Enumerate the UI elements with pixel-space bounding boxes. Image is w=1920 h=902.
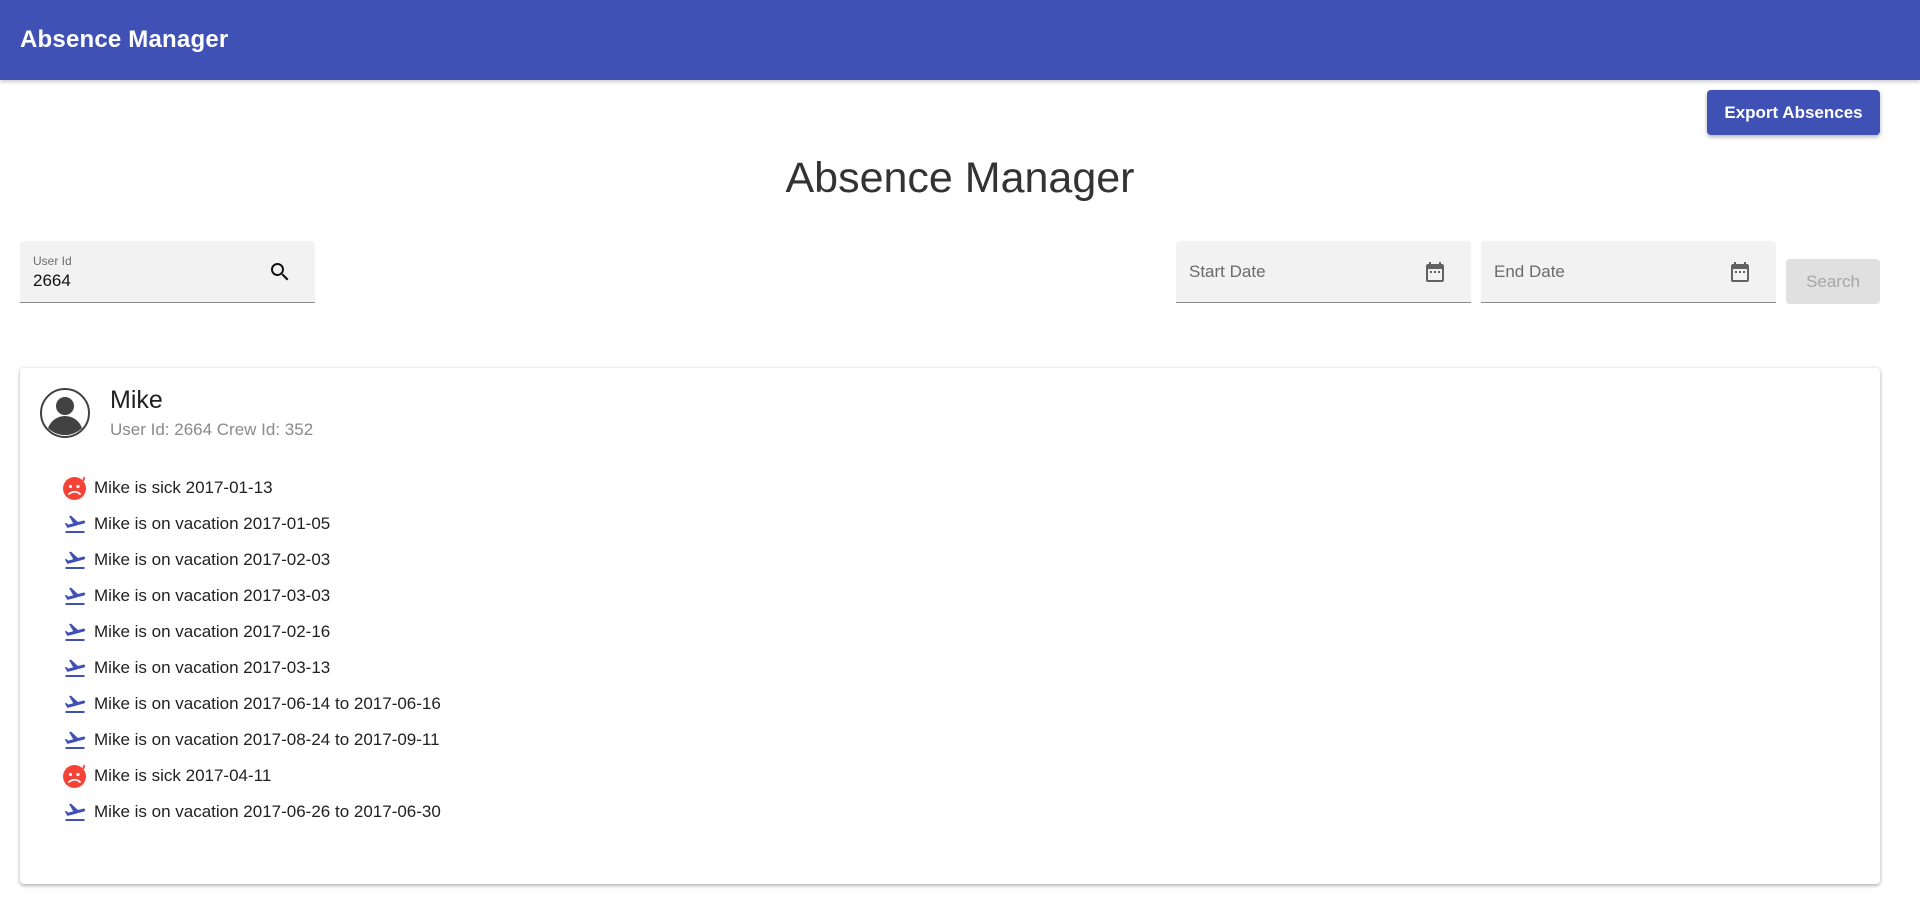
account-circle-icon xyxy=(39,387,91,439)
user-id-label: User Id xyxy=(33,254,72,268)
absence-text: Mike is on vacation 2017-06-26 to 2017-0… xyxy=(94,802,441,821)
flight-takeoff-icon xyxy=(61,691,89,717)
absence-list: Mike is sick 2017-01-13 Mike is on vacat… xyxy=(61,470,441,830)
app-bar: Absence Manager xyxy=(0,0,1920,80)
absence-text: Mike is on vacation 2017-08-24 to 2017-0… xyxy=(94,730,440,749)
absence-item: Mike is on vacation 2017-03-03 xyxy=(61,578,441,614)
absence-item: Mike is on vacation 2017-01-05 xyxy=(61,506,441,542)
app-title: Absence Manager xyxy=(20,26,229,53)
flight-takeoff-icon xyxy=(61,619,89,645)
absence-item: Mike is on vacation 2017-08-24 to 2017-0… xyxy=(61,722,441,758)
user-absence-card: Mike User Id: 2664 Crew Id: 352 Mike is … xyxy=(20,368,1880,884)
user-id-field[interactable]: User Id xyxy=(20,241,315,303)
user-name: Mike xyxy=(110,386,163,414)
absence-item: Mike is on vacation 2017-02-16 xyxy=(61,614,441,650)
start-date-field[interactable] xyxy=(1176,241,1471,303)
absence-text: Mike is on vacation 2017-03-13 xyxy=(94,658,331,677)
user-id-input[interactable] xyxy=(33,271,253,291)
absence-item: Mike is on vacation 2017-06-26 to 2017-0… xyxy=(61,794,441,830)
absence-item: Mike is sick 2017-01-13 xyxy=(61,470,441,506)
flight-takeoff-icon xyxy=(61,547,89,573)
sick-face-icon xyxy=(61,475,89,501)
search-icon[interactable] xyxy=(268,260,292,284)
calendar-icon[interactable] xyxy=(1423,260,1447,284)
start-date-input[interactable] xyxy=(1189,241,1409,303)
flight-takeoff-icon xyxy=(61,655,89,681)
search-button[interactable]: Search xyxy=(1786,259,1880,304)
absence-text: Mike is on vacation 2017-02-16 xyxy=(94,622,331,641)
absence-text: Mike is sick 2017-04-11 xyxy=(94,766,272,785)
sick-face-icon xyxy=(61,763,89,789)
end-date-field[interactable] xyxy=(1481,241,1776,303)
absence-text: Mike is on vacation 2017-01-05 xyxy=(94,514,331,533)
absence-item: Mike is on vacation 2017-03-13 xyxy=(61,650,441,686)
user-ids: User Id: 2664 Crew Id: 352 xyxy=(110,420,314,439)
export-absences-button[interactable]: Export Absences xyxy=(1707,90,1880,135)
flight-takeoff-icon xyxy=(61,799,89,825)
flight-takeoff-icon xyxy=(61,727,89,753)
page-title: Absence Manager xyxy=(785,154,1135,202)
absence-item: Mike is sick 2017-04-11 xyxy=(61,758,441,794)
absence-text: Mike is on vacation 2017-06-14 to 2017-0… xyxy=(94,694,441,713)
end-date-input[interactable] xyxy=(1494,241,1714,303)
flight-takeoff-icon xyxy=(61,511,89,537)
flight-takeoff-icon xyxy=(61,583,89,609)
absence-text: Mike is sick 2017-01-13 xyxy=(94,478,273,497)
absence-text: Mike is on vacation 2017-02-03 xyxy=(94,550,331,569)
absence-item: Mike is on vacation 2017-02-03 xyxy=(61,542,441,578)
absence-item: Mike is on vacation 2017-06-14 to 2017-0… xyxy=(61,686,441,722)
absence-text: Mike is on vacation 2017-03-03 xyxy=(94,586,331,605)
calendar-icon[interactable] xyxy=(1728,260,1752,284)
